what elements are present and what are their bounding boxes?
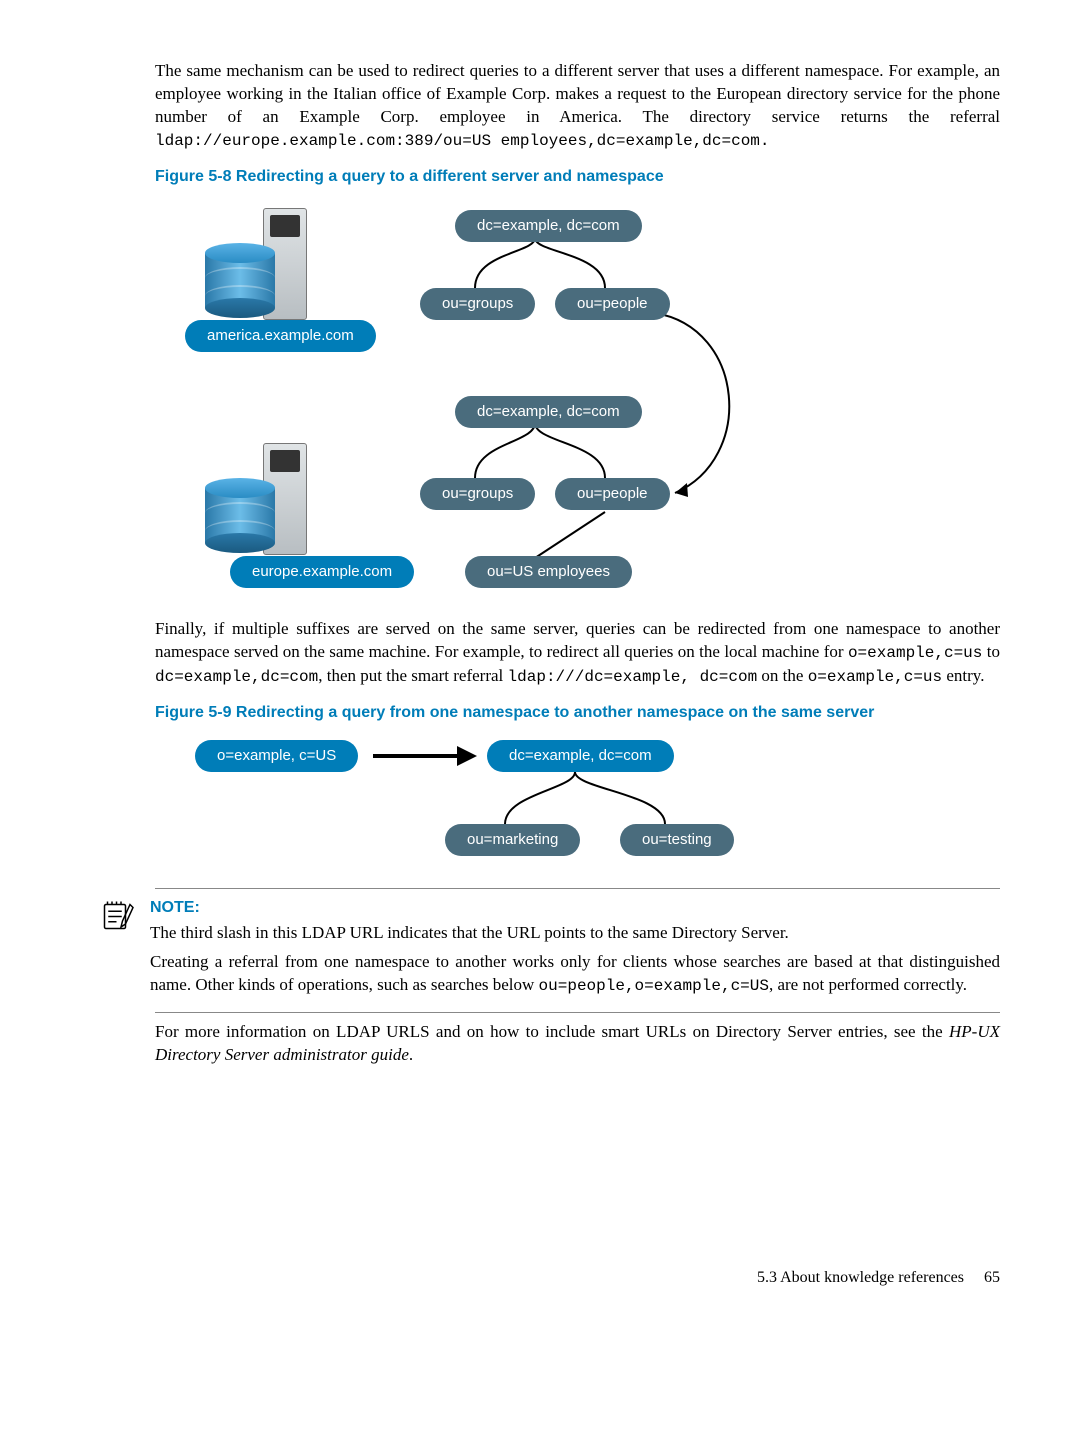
note-p2b: , are not performed correctly. [769, 975, 967, 994]
node-dc-example-com-3: dc=example, dc=com [487, 740, 674, 772]
note-block: NOTE: The third slash in this LDAP URL i… [80, 888, 1000, 1013]
footer-section: 5.3 About knowledge references [757, 1269, 964, 1286]
node-ou-marketing: ou=marketing [445, 824, 580, 856]
node-ou-people-2: ou=people [555, 478, 670, 510]
note-rule-bottom [155, 1012, 1000, 1013]
note-title: NOTE: [150, 897, 1000, 919]
para2-code4: o=example,c=us [808, 668, 942, 686]
figure-5-9-caption: Figure 5-9 Redirecting a query from one … [155, 702, 1000, 724]
node-ou-groups-2: ou=groups [420, 478, 535, 510]
note-p2: Creating a referral from one namespace t… [150, 951, 1000, 998]
note-p2-code: ou=people,o=example,c=US [539, 977, 769, 995]
node-ou-groups-1: ou=groups [420, 288, 535, 320]
paragraph-2: Finally, if multiple suffixes are served… [155, 618, 1000, 688]
page-content: The same mechanism can be used to redire… [155, 60, 1000, 874]
server-label-europe: europe.example.com [230, 556, 414, 588]
node-ou-people-1: ou=people [555, 288, 670, 320]
para2-code1: o=example,c=us [848, 644, 982, 662]
para1-text: The same mechanism can be used to redire… [155, 61, 1000, 126]
para2-code3: ldap:///dc=example, dc=com [508, 668, 758, 686]
note-icon [100, 897, 150, 940]
note-p1: The third slash in this LDAP URL indicat… [150, 922, 1000, 945]
ldap-url-1: ldap://europe.example.com:389/ou=US empl… [155, 132, 770, 150]
para2-d: on the [757, 666, 808, 685]
node-o-example-c-us: o=example, c=US [195, 740, 358, 772]
closing-paragraph: For more information on LDAP URLS and on… [155, 1021, 1000, 1067]
figure-5-8-diagram: dc=example, dc=com ou=groups ou=people a… [175, 198, 795, 618]
node-ou-testing: ou=testing [620, 824, 734, 856]
node-ou-us-employees: ou=US employees [465, 556, 632, 588]
para2-b: to [982, 642, 1000, 661]
node-dc-example-com-1: dc=example, dc=com [455, 210, 642, 242]
para2-code2: dc=example,dc=com [155, 668, 318, 686]
server-label-america: america.example.com [185, 320, 376, 352]
note-rule-top [155, 888, 1000, 889]
page-footer: 5.3 About knowledge references 65 [80, 1267, 1000, 1289]
footer-page-number: 65 [984, 1269, 1000, 1286]
server-icon-europe [205, 443, 325, 563]
para2-c: , then put the smart referral [318, 666, 507, 685]
server-icon-america [205, 208, 325, 328]
node-dc-example-com-2: dc=example, dc=com [455, 396, 642, 428]
closing-b: . [409, 1045, 413, 1064]
closing-a: For more information on LDAP URLS and on… [155, 1022, 949, 1041]
figure-5-9-diagram: o=example, c=US dc=example, dc=com ou=ma… [175, 734, 815, 874]
para2-e: entry. [942, 666, 984, 685]
paragraph-1: The same mechanism can be used to redire… [155, 60, 1000, 152]
figure-5-8-caption: Figure 5-8 Redirecting a query to a diff… [155, 166, 1000, 188]
